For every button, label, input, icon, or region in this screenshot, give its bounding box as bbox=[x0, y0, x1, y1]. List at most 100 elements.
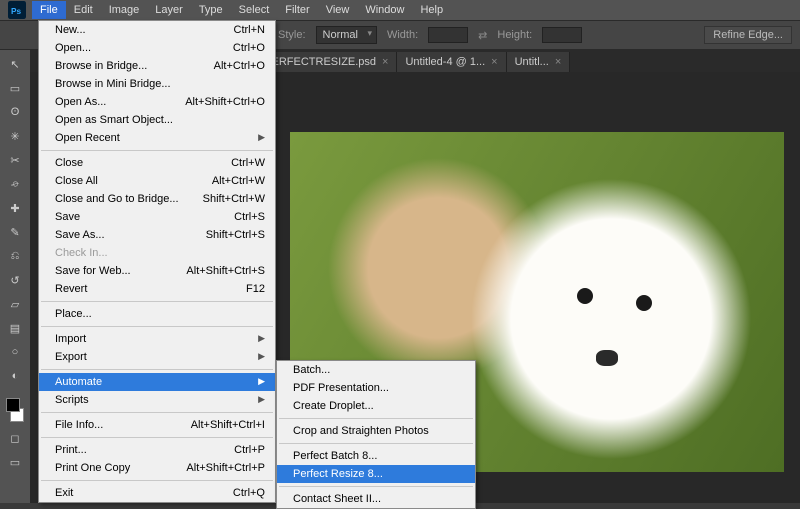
screenmode-tool[interactable]: ▭ bbox=[4, 452, 26, 472]
automate-menu-item[interactable]: PDF Presentation... bbox=[277, 379, 475, 397]
menu-item-label: Browse in Mini Bridge... bbox=[55, 78, 171, 90]
document-tab[interactable]: Untitled-4 @ 1...× bbox=[397, 52, 506, 72]
dodge-tool[interactable]: ◐ bbox=[4, 366, 26, 386]
automate-menu-item[interactable]: Perfect Batch 8... bbox=[277, 447, 475, 465]
file-menu-item[interactable]: Import▶ bbox=[39, 330, 275, 348]
automate-menu-item[interactable]: Contact Sheet II... bbox=[277, 490, 475, 508]
style-select[interactable]: Normal bbox=[316, 26, 377, 44]
file-menu-item[interactable]: File Info...Alt+Shift+Ctrl+I bbox=[39, 416, 275, 434]
brush-tool[interactable]: ✎ bbox=[4, 222, 26, 242]
menu-help[interactable]: Help bbox=[412, 1, 451, 19]
close-icon[interactable]: × bbox=[555, 56, 561, 68]
automate-menu-item[interactable]: Create Droplet... bbox=[277, 397, 475, 415]
file-menu-item[interactable]: CloseCtrl+W bbox=[39, 154, 275, 172]
file-menu-item[interactable]: Close and Go to Bridge...Shift+Ctrl+W bbox=[39, 190, 275, 208]
menu-shortcut: Alt+Ctrl+O bbox=[214, 60, 265, 72]
file-menu-item[interactable]: Browse in Mini Bridge... bbox=[39, 75, 275, 93]
file-menu-item[interactable]: Browse in Bridge... Alt+Ctrl+O bbox=[39, 57, 275, 75]
color-swatch[interactable] bbox=[4, 396, 26, 424]
menu-item-label: Close bbox=[55, 157, 83, 169]
menu-shortcut: Ctrl+O bbox=[233, 42, 265, 54]
menu-edit[interactable]: Edit bbox=[66, 1, 101, 19]
menu-separator bbox=[41, 301, 273, 302]
menu-item-label: Print One Copy bbox=[55, 462, 130, 474]
document-tab[interactable]: Untitl... × bbox=[507, 52, 571, 72]
menu-shortcut: Ctrl+P bbox=[234, 444, 265, 456]
file-menu-item[interactable]: New...Ctrl+N bbox=[39, 21, 275, 39]
menu-item-label: Open... bbox=[55, 42, 91, 54]
automate-menu-item[interactable]: Crop and Straighten Photos bbox=[277, 422, 475, 440]
width-field[interactable] bbox=[428, 27, 468, 43]
crop-tool[interactable]: ✂ bbox=[4, 150, 26, 170]
file-menu-item[interactable]: Scripts▶ bbox=[39, 391, 275, 409]
move-tool[interactable]: ↖ bbox=[4, 54, 26, 74]
marquee-tool[interactable]: ▭ bbox=[4, 78, 26, 98]
lasso-tool[interactable]: ʘ bbox=[4, 102, 26, 122]
file-menu-item[interactable]: Open As... Alt+Shift+Ctrl+O bbox=[39, 93, 275, 111]
menu-item-label: Browse in Bridge... bbox=[55, 60, 147, 72]
menu-shortcut: Alt+Shift+Ctrl+O bbox=[185, 96, 265, 108]
file-menu-item[interactable]: SaveCtrl+S bbox=[39, 208, 275, 226]
file-menu-item[interactable]: Open... Ctrl+O bbox=[39, 39, 275, 57]
wand-tool[interactable]: ✳ bbox=[4, 126, 26, 146]
file-menu-item: Check In... bbox=[39, 244, 275, 262]
blur-tool[interactable]: ○ bbox=[4, 342, 26, 362]
tools-panel: ↖ ▭ ʘ ✳ ✂ ⌮ ✚ ✎ ⎌ ↺ ▱ ▤ ○ ◐ ◻ ▭ bbox=[0, 50, 30, 503]
file-menu-item[interactable]: Open Recent▶ bbox=[39, 129, 275, 147]
submenu-arrow-icon: ▶ bbox=[258, 351, 265, 363]
tab-label: PERFECTRESIZE.psd bbox=[264, 56, 376, 68]
file-menu-dropdown: New...Ctrl+N Open... Ctrl+O Browse in Bridg… bbox=[38, 20, 276, 503]
file-menu-item[interactable]: Close AllAlt+Ctrl+W bbox=[39, 172, 275, 190]
menu-filter[interactable]: Filter bbox=[277, 1, 317, 19]
document-tab[interactable]: PERFECTRESIZE.psd × bbox=[256, 52, 397, 72]
file-menu-item[interactable]: ExitCtrl+Q bbox=[39, 484, 275, 502]
swap-icon[interactable]: ⇄ bbox=[478, 29, 487, 42]
close-icon[interactable]: × bbox=[491, 56, 497, 68]
menu-type[interactable]: Type bbox=[191, 1, 231, 19]
svg-text:Ps: Ps bbox=[11, 7, 22, 16]
menu-view[interactable]: View bbox=[318, 1, 358, 19]
file-menu-item[interactable]: Export▶ bbox=[39, 348, 275, 366]
menu-item-label: Save for Web... bbox=[55, 265, 131, 277]
menu-image[interactable]: Image bbox=[101, 1, 148, 19]
file-menu-item[interactable]: RevertF12 bbox=[39, 280, 275, 298]
heal-tool[interactable]: ✚ bbox=[4, 198, 26, 218]
file-menu-item[interactable]: Print One CopyAlt+Shift+Ctrl+P bbox=[39, 459, 275, 477]
height-field[interactable] bbox=[542, 27, 582, 43]
menu-select[interactable]: Select bbox=[231, 1, 278, 19]
menu-window[interactable]: Window bbox=[357, 1, 412, 19]
menu-item-label: Perfect Batch 8... bbox=[293, 450, 377, 462]
menu-item-label: Open As... bbox=[55, 96, 106, 108]
stamp-tool[interactable]: ⎌ bbox=[4, 246, 26, 266]
file-menu-item[interactable]: Print... Ctrl+P bbox=[39, 441, 275, 459]
menu-layer[interactable]: Layer bbox=[147, 1, 191, 19]
menu-item-label: New... bbox=[55, 24, 86, 36]
gradient-tool[interactable]: ▤ bbox=[4, 318, 26, 338]
menu-separator bbox=[279, 486, 473, 487]
submenu-arrow-icon: ▶ bbox=[258, 333, 265, 345]
menu-shortcut: Ctrl+Q bbox=[233, 487, 265, 499]
menu-item-label: Contact Sheet II... bbox=[293, 493, 381, 505]
submenu-arrow-icon: ▶ bbox=[258, 394, 265, 406]
menu-shortcut: Alt+Shift+Ctrl+I bbox=[191, 419, 265, 431]
eraser-tool[interactable]: ▱ bbox=[4, 294, 26, 314]
menu-file[interactable]: File bbox=[32, 1, 66, 19]
file-menu-item[interactable]: Open as Smart Object... bbox=[39, 111, 275, 129]
close-icon[interactable]: × bbox=[382, 56, 388, 68]
tab-label: Untitl... bbox=[515, 56, 549, 68]
automate-menu-item[interactable]: Batch... bbox=[277, 361, 475, 379]
quickmask-tool[interactable]: ◻ bbox=[4, 428, 26, 448]
history-tool[interactable]: ↺ bbox=[4, 270, 26, 290]
menu-shortcut: Ctrl+S bbox=[234, 211, 265, 223]
file-menu-item[interactable]: Automate▶ bbox=[39, 373, 275, 391]
file-menu-item[interactable]: Place... bbox=[39, 305, 275, 323]
menu-item-label: Crop and Straighten Photos bbox=[293, 425, 429, 437]
style-label: Style: bbox=[278, 29, 306, 41]
menu-item-label: Save As... bbox=[55, 229, 105, 241]
refine-edge-button[interactable]: Refine Edge... bbox=[704, 26, 792, 44]
eyedrop-tool[interactable]: ⌮ bbox=[4, 174, 26, 194]
automate-menu-item[interactable]: Perfect Resize 8... bbox=[277, 465, 475, 483]
menu-item-label: Print... bbox=[55, 444, 87, 456]
file-menu-item[interactable]: Save for Web...Alt+Shift+Ctrl+S bbox=[39, 262, 275, 280]
file-menu-item[interactable]: Save As...Shift+Ctrl+S bbox=[39, 226, 275, 244]
